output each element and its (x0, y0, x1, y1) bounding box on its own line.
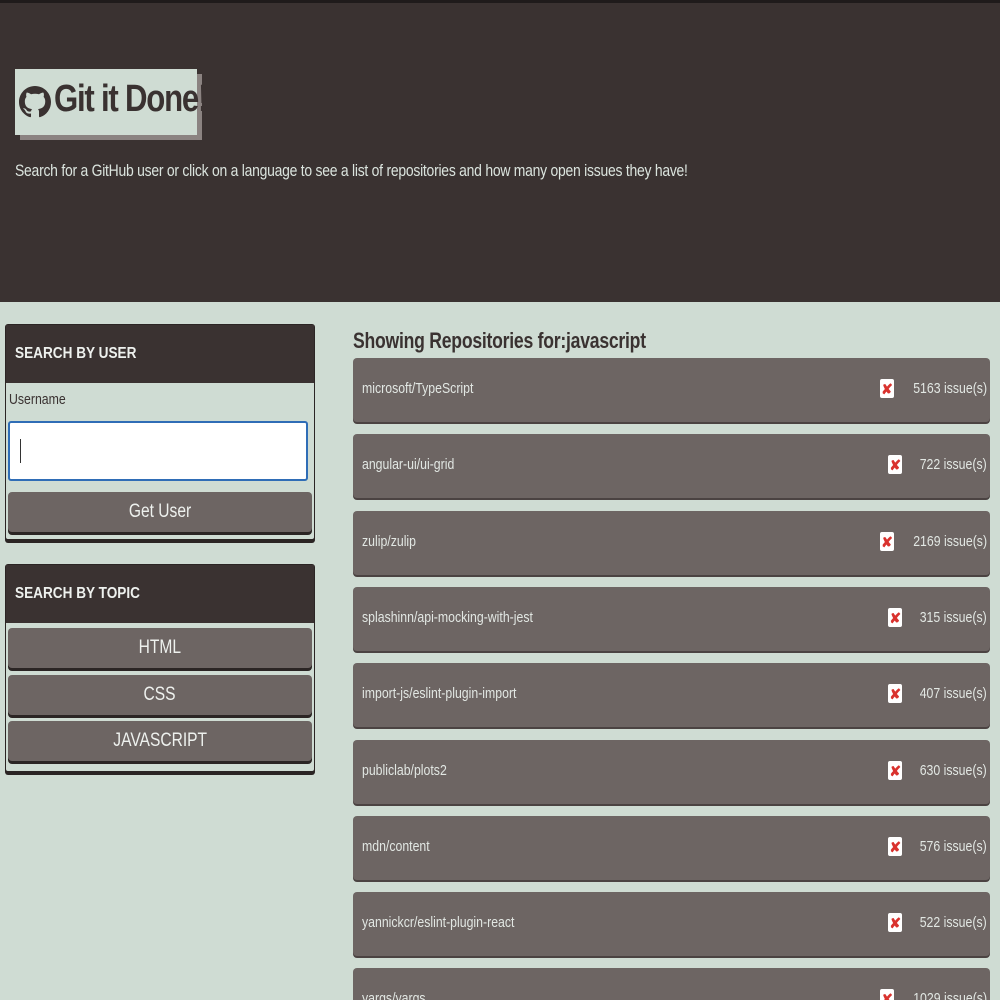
topic-javascript-label: JAVASCRIPT (113, 730, 207, 751)
repo-name: yannickcr/eslint-plugin-react (362, 914, 515, 931)
repo-name: angular-ui/ui-grid (362, 456, 455, 473)
x-mark-icon: ✘ (888, 608, 903, 627)
search-by-user-card: SEARCH BY USER Username Get User (5, 324, 315, 540)
x-mark-icon: ✘ (888, 684, 903, 703)
repo-item[interactable]: splashinn/api-mocking-with-jest ✘ 315 is… (353, 587, 990, 651)
issue-count: 630 issue(s) (920, 762, 987, 779)
repo-issues: ✘ 576 issue(s) (888, 837, 987, 856)
text-cursor (20, 439, 21, 463)
repo-issues: ✘ 522 issue(s) (888, 913, 987, 932)
repo-name: yargs/yargs (362, 990, 426, 1000)
repo-issues: ✘ 630 issue(s) (888, 761, 987, 780)
search-by-topic-header: SEARCH BY TOPIC (6, 565, 314, 623)
x-mark-icon: ✘ (888, 837, 903, 856)
issue-count: 576 issue(s) (920, 838, 987, 855)
github-icon (19, 86, 51, 118)
topic-css-button[interactable]: CSS (8, 675, 312, 715)
username-input[interactable] (8, 421, 308, 481)
repo-name: microsoft/TypeScript (362, 380, 474, 397)
issue-count: 522 issue(s) (920, 914, 987, 931)
topic-javascript-button[interactable]: JAVASCRIPT (8, 721, 312, 761)
repo-item[interactable]: zulip/zulip ✘ 2169 issue(s) (353, 511, 990, 575)
page-header: Git it Done! Search for a GitHub user or… (0, 3, 1000, 302)
issue-count: 1029 issue(s) (913, 990, 987, 1000)
repo-name: import-js/eslint-plugin-import (362, 685, 517, 702)
results-title: Showing Repositories for:javascript (353, 328, 646, 353)
logo: Git it Done! (15, 69, 208, 135)
repo-item[interactable]: yargs/yargs ✘ 1029 issue(s) (353, 968, 990, 1000)
repo-name: splashinn/api-mocking-with-jest (362, 609, 533, 626)
app-subtitle: Search for a GitHub user or click on a l… (15, 161, 688, 180)
issue-count: 722 issue(s) (920, 456, 987, 473)
repo-item[interactable]: yannickcr/eslint-plugin-react ✘ 522 issu… (353, 892, 990, 956)
repo-issues: ✘ 5163 issue(s) (879, 379, 987, 398)
topic-html-button[interactable]: HTML (8, 628, 312, 668)
repo-issues: ✘ 315 issue(s) (888, 608, 987, 627)
x-mark-icon: ✘ (888, 761, 903, 780)
search-by-user-header: SEARCH BY USER (6, 325, 314, 383)
search-by-topic-card: SEARCH BY TOPIC HTML CSS JAVASCRIPT (5, 564, 315, 772)
repo-issues: ✘ 407 issue(s) (888, 684, 987, 703)
repo-name: zulip/zulip (362, 533, 417, 550)
repo-issues: ✘ 2169 issue(s) (879, 532, 987, 551)
topic-css-label: CSS (143, 684, 177, 705)
app-title: Git it Done! (54, 78, 208, 120)
issue-count: 315 issue(s) (920, 609, 987, 626)
issue-count: 5163 issue(s) (913, 380, 987, 397)
x-mark-icon: ✘ (879, 989, 894, 1000)
repo-item[interactable]: angular-ui/ui-grid ✘ 722 issue(s) (353, 434, 990, 498)
repo-name: mdn/content (362, 838, 430, 855)
repo-issues: ✘ 1029 issue(s) (879, 989, 987, 1000)
repo-item[interactable]: publiclab/plots2 ✘ 630 issue(s) (353, 740, 990, 804)
search-by-user-heading: SEARCH BY USER (15, 345, 137, 362)
repo-name: publiclab/plots2 (362, 762, 447, 779)
x-mark-icon: ✘ (888, 913, 903, 932)
get-user-button[interactable]: Get User (8, 492, 312, 532)
x-mark-icon: ✘ (879, 379, 894, 398)
x-mark-icon: ✘ (879, 532, 894, 551)
repo-item[interactable]: microsoft/TypeScript ✘ 5163 issue(s) (353, 358, 990, 422)
repo-item[interactable]: import-js/eslint-plugin-import ✘ 407 iss… (353, 663, 990, 727)
search-by-topic-heading: SEARCH BY TOPIC (15, 585, 140, 602)
get-user-button-label: Get User (128, 501, 192, 522)
username-label: Username (9, 391, 66, 408)
issue-count: 2169 issue(s) (913, 533, 987, 550)
x-mark-icon: ✘ (888, 455, 903, 474)
repo-item[interactable]: mdn/content ✘ 576 issue(s) (353, 816, 990, 880)
topic-html-label: HTML (138, 637, 182, 658)
repo-issues: ✘ 722 issue(s) (888, 455, 987, 474)
issue-count: 407 issue(s) (920, 685, 987, 702)
